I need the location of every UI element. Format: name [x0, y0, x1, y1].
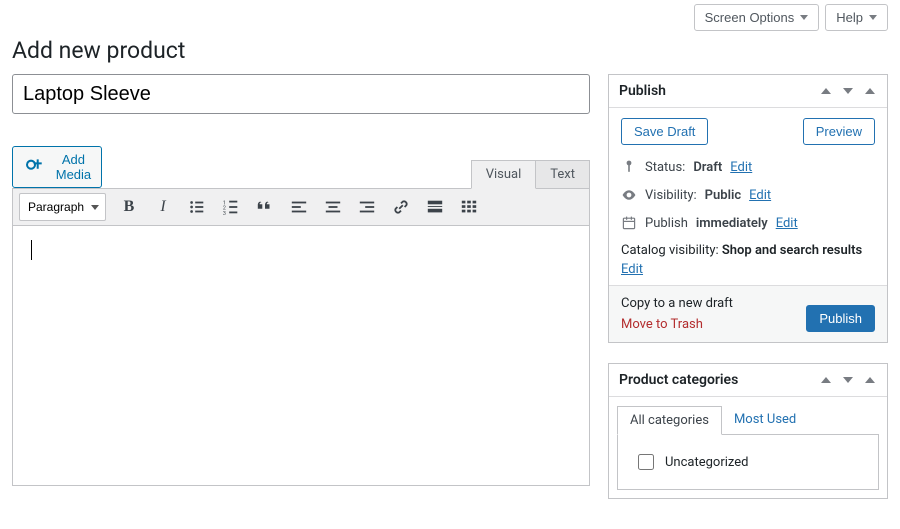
- category-label: Uncategorized: [665, 455, 748, 470]
- status-value: Draft: [693, 160, 722, 175]
- bold-button[interactable]: B: [118, 196, 140, 218]
- caret-down-icon: [869, 15, 877, 20]
- box-move-up-button[interactable]: [819, 377, 833, 383]
- toolbar-toggle-icon: [460, 198, 478, 216]
- calendar-icon: [621, 215, 637, 231]
- box-move-down-button[interactable]: [841, 377, 855, 383]
- readmore-button[interactable]: [424, 196, 446, 218]
- italic-icon: I: [160, 198, 165, 216]
- move-to-trash-link[interactable]: Move to Trash: [621, 317, 733, 332]
- content-editor[interactable]: [12, 226, 590, 486]
- category-checkbox[interactable]: [638, 454, 654, 470]
- link-icon: [392, 198, 410, 216]
- catalog-vis-value: Shop and search results: [722, 243, 862, 258]
- italic-button[interactable]: I: [152, 196, 174, 218]
- tab-visual[interactable]: Visual: [471, 160, 537, 189]
- box-toggle-button[interactable]: [863, 88, 877, 94]
- preview-button[interactable]: Preview: [803, 118, 875, 145]
- ul-icon: [188, 198, 206, 216]
- copy-draft-link[interactable]: Copy to a new draft: [621, 296, 733, 311]
- bullet-list-button[interactable]: [186, 196, 208, 218]
- readmore-icon: [426, 198, 444, 216]
- catalog-vis-label: Catalog visibility:: [621, 243, 719, 258]
- caret-down-icon: [800, 15, 808, 20]
- chevron-down-icon: [843, 377, 853, 383]
- publish-date-value: immediately: [696, 216, 768, 231]
- screen-options-button[interactable]: Screen Options: [694, 4, 820, 31]
- editor-toolbar: Paragraph B I 123: [12, 188, 590, 226]
- screen-options-label: Screen Options: [705, 10, 795, 25]
- visibility-value: Public: [705, 188, 741, 203]
- publish-date-label: Publish: [645, 216, 688, 231]
- add-media-label: Add Media: [56, 152, 91, 182]
- box-move-up-button[interactable]: [819, 88, 833, 94]
- product-title-input[interactable]: [12, 74, 590, 114]
- catalog-edit-link[interactable]: Edit: [621, 262, 643, 277]
- svg-text:3: 3: [223, 211, 226, 216]
- text-cursor: [31, 240, 32, 260]
- save-draft-button[interactable]: Save Draft: [621, 118, 708, 145]
- blockquote-button[interactable]: [254, 196, 276, 218]
- categories-box-title: Product categories: [619, 372, 738, 388]
- visibility-edit-link[interactable]: Edit: [749, 188, 771, 203]
- tab-text[interactable]: Text: [536, 160, 590, 189]
- triangle-up-icon: [865, 88, 875, 94]
- format-select[interactable]: Paragraph: [19, 193, 106, 221]
- align-left-icon: [290, 198, 308, 216]
- link-button[interactable]: [390, 196, 412, 218]
- number-list-button[interactable]: 123: [220, 196, 242, 218]
- chevron-down-icon: [843, 88, 853, 94]
- help-label: Help: [836, 10, 863, 25]
- media-icon: [23, 154, 50, 181]
- chevron-up-icon: [821, 377, 831, 383]
- align-left-button[interactable]: [288, 196, 310, 218]
- status-label: Status:: [645, 160, 685, 175]
- align-center-icon: [324, 198, 342, 216]
- align-right-button[interactable]: [356, 196, 378, 218]
- align-center-button[interactable]: [322, 196, 344, 218]
- category-item: Uncategorized: [628, 447, 868, 477]
- pin-icon: [621, 159, 637, 175]
- box-toggle-button[interactable]: [863, 377, 877, 383]
- bold-icon: B: [124, 198, 135, 216]
- triangle-up-icon: [865, 377, 875, 383]
- publish-date-edit-link[interactable]: Edit: [776, 216, 798, 231]
- help-button[interactable]: Help: [825, 4, 888, 31]
- align-right-icon: [358, 198, 376, 216]
- ol-icon: 123: [222, 198, 240, 216]
- tab-most-used[interactable]: Most Used: [722, 406, 808, 435]
- chevron-up-icon: [821, 88, 831, 94]
- publish-box: Publish Save Draft Preview Status:: [608, 74, 888, 343]
- quote-icon: [256, 198, 274, 216]
- kitchen-sink-button[interactable]: [458, 196, 480, 218]
- page-title: Add new product: [12, 37, 888, 64]
- status-edit-link[interactable]: Edit: [730, 160, 752, 175]
- product-categories-box: Product categories All categories Most U…: [608, 363, 888, 499]
- box-move-down-button[interactable]: [841, 88, 855, 94]
- visibility-label: Visibility:: [645, 188, 697, 203]
- eye-icon: [621, 187, 637, 203]
- tab-all-categories[interactable]: All categories: [617, 406, 722, 435]
- add-media-button[interactable]: Add Media: [12, 146, 102, 188]
- publish-button[interactable]: Publish: [806, 305, 875, 332]
- publish-box-title: Publish: [619, 83, 666, 99]
